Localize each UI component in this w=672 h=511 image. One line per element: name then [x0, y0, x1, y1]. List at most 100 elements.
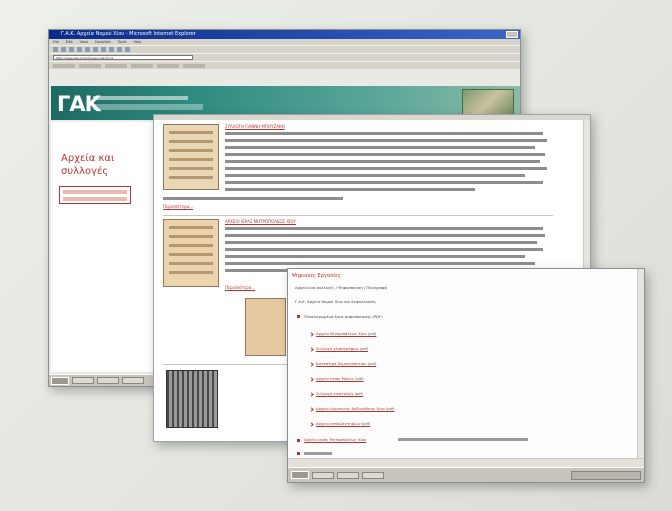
arrow-icon [309, 407, 314, 412]
links-bar [49, 61, 520, 69]
taskbar-button[interactable] [362, 471, 384, 479]
nav-link[interactable] [63, 190, 127, 194]
arrow-icon [309, 377, 314, 382]
document-link[interactable]: Αρχείο εκπαιδευτηρίων (pdf) [316, 421, 370, 426]
more-link[interactable]: Περισσότερα... [163, 204, 193, 209]
text-line [225, 181, 543, 184]
favorites-icon[interactable] [101, 47, 106, 52]
text-line [225, 160, 540, 163]
text-line [225, 262, 535, 265]
address-input[interactable]: http://www.gak.gr/archives/collections [53, 55, 193, 60]
system-tray [571, 470, 641, 480]
text-line [225, 174, 525, 177]
arrow-icon [309, 332, 314, 337]
text-line [225, 146, 535, 149]
menu-item[interactable]: Help [133, 39, 141, 45]
back-icon[interactable] [53, 47, 58, 52]
dialog-intro: Αρχεία και συλλογές / Ψηφιοποίηση / Περι… [295, 285, 388, 290]
close-icon[interactable] [506, 31, 518, 38]
menu-item[interactable]: Edit [66, 39, 73, 45]
text-line [225, 227, 543, 230]
taskbar-button[interactable] [312, 471, 334, 479]
arrow-icon [309, 392, 314, 397]
list-item: ΣΥΛΛΟΓΗ ΓΙΑΝΝΗ ΜΠΟΥΖΑΚΗ Περισσότερα... [163, 124, 553, 216]
document-link[interactable]: Συλλογή χειρογράφων (pdf) [316, 346, 368, 351]
link-button[interactable] [53, 63, 75, 68]
bullet-icon [297, 315, 300, 318]
more-link[interactable]: Περισσότερα... [225, 285, 255, 290]
bullet-icon [297, 452, 300, 455]
bullet-icon [297, 439, 300, 442]
divider [163, 215, 553, 216]
document-link[interactable]: Αρχείο Δημοτικής Βιβλιοθήκης Χίου (pdf) [316, 406, 394, 411]
menu-item[interactable]: Favorites [95, 39, 111, 45]
list-heading: Ολοκληρωμένα έργα ψηφιοποίησης (PDF) [304, 314, 383, 319]
text-line [225, 248, 543, 251]
link-button[interactable] [183, 63, 205, 68]
menu-item[interactable]: Tools [118, 39, 127, 45]
window-strip [154, 115, 590, 120]
document-link[interactable]: Αρχείο Ιεράς Μονής (pdf) [316, 376, 364, 381]
section-title: Αρχεία και συλλογές [61, 153, 115, 177]
print-icon[interactable] [125, 47, 130, 52]
link-button[interactable] [131, 63, 153, 68]
arrow-icon [309, 347, 314, 352]
entry-title-link[interactable]: ΣΥΛΛΟΓΗ ΓΙΑΝΝΗ ΜΠΟΥΖΑΚΗ [225, 124, 285, 129]
text-line [225, 153, 545, 156]
dialog-window: Ψηφιακές Εργασίες Αρχεία και συλλογές / … [287, 268, 645, 483]
nav-link[interactable] [63, 197, 127, 201]
text-line [225, 234, 545, 237]
footer-link[interactable]: Αρχείο Ιεράς Μητροπόλεως Χίου [304, 437, 366, 442]
taskbar-button[interactable] [337, 471, 359, 479]
banner-image [462, 89, 514, 117]
document-link[interactable]: Συλλογή επιστολών (pdf) [316, 391, 363, 396]
home-icon[interactable] [85, 47, 90, 52]
text-line [225, 139, 547, 142]
link-button[interactable] [157, 63, 179, 68]
dialog-note: Γ.Α.Κ. Αρχεία Νομού Χίου και Κεφαλλονιάς [295, 299, 376, 304]
taskbar-button[interactable] [122, 377, 144, 384]
banner-subtitle [93, 96, 188, 100]
refresh-icon[interactable] [77, 47, 82, 52]
taskbar [288, 467, 644, 482]
menu-item[interactable]: View [80, 39, 88, 45]
text-line [225, 241, 537, 244]
left-nav-box [59, 186, 131, 204]
start-button[interactable] [51, 376, 69, 385]
photo-thumbnail[interactable] [166, 370, 218, 428]
entry-title-link[interactable]: ΑΡΧΕΙΟ ΙΕΡΑΣ ΜΗΤΡΟΠΟΛΕΩΣ ΧΙΟΥ [225, 219, 296, 224]
document-thumbnail[interactable] [163, 219, 219, 287]
banner-subtitle-2 [93, 104, 203, 110]
status-bar [288, 458, 644, 467]
window-title: Γ.Α.Κ. Αρχεία Νομού Χίου - Microsoft Int… [61, 31, 196, 37]
toolbar [49, 45, 520, 53]
menu-item[interactable]: File [53, 39, 59, 45]
link-button[interactable] [105, 63, 127, 68]
text-line [225, 132, 543, 135]
taskbar-button[interactable] [72, 377, 94, 384]
text-line [398, 438, 528, 441]
history-icon[interactable] [109, 47, 114, 52]
text-line [304, 452, 332, 455]
mail-icon[interactable] [117, 47, 122, 52]
start-button[interactable] [291, 471, 309, 479]
search-icon[interactable] [93, 47, 98, 52]
forward-icon[interactable] [61, 47, 66, 52]
text-line [225, 167, 547, 170]
link-button[interactable] [79, 63, 101, 68]
document-thumbnail[interactable] [245, 298, 286, 356]
document-link[interactable]: Κατάστιχα δημογεροντίας (pdf) [316, 361, 376, 366]
taskbar-button[interactable] [97, 377, 119, 384]
stop-icon[interactable] [69, 47, 74, 52]
arrow-icon [309, 362, 314, 367]
scrollbar[interactable] [637, 269, 644, 469]
dialog-title: Ψηφιακές Εργασίες [292, 273, 341, 279]
address-bar: http://www.gak.gr/archives/collections [49, 53, 520, 61]
text-line [225, 188, 475, 191]
arrow-icon [309, 422, 314, 427]
window-titlebar: Γ.Α.Κ. Αρχεία Νομού Χίου - Microsoft Int… [49, 30, 520, 39]
document-thumbnail[interactable] [163, 124, 219, 190]
text-line [225, 255, 525, 258]
text-line [163, 197, 343, 200]
document-link[interactable]: Αρχείο Μητροπόλεως Χίου (pdf) [316, 331, 376, 336]
